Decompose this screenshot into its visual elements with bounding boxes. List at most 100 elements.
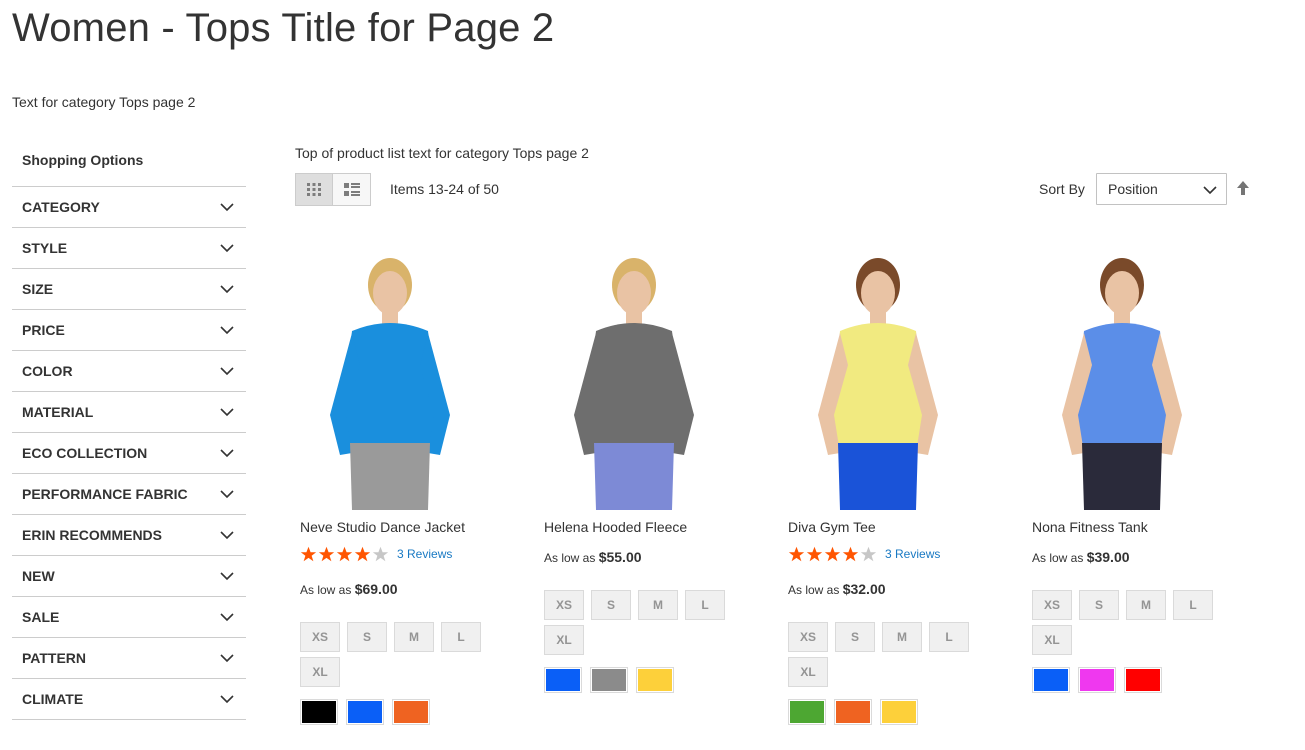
filter-size[interactable]: SIZE bbox=[12, 269, 246, 310]
grid-view-button[interactable] bbox=[295, 173, 333, 206]
filter-material[interactable]: MATERIAL bbox=[12, 392, 246, 433]
reviews-link[interactable]: 3 Reviews bbox=[397, 547, 452, 561]
size-swatch[interactable]: XL bbox=[300, 657, 340, 687]
chevron-down-icon bbox=[220, 449, 234, 458]
toolbar-amount: Items 13-24 of 50 bbox=[390, 181, 499, 197]
size-swatch[interactable]: M bbox=[882, 622, 922, 652]
product-image[interactable] bbox=[788, 245, 968, 510]
price-prefix: As low as bbox=[1032, 551, 1084, 565]
filter-label: MATERIAL bbox=[22, 404, 94, 420]
chevron-down-icon bbox=[220, 695, 234, 704]
list-icon bbox=[343, 182, 360, 196]
size-swatch[interactable]: S bbox=[1079, 590, 1119, 620]
product-item[interactable]: Diva Gym Tee 3 Reviews As low as $32.00 … bbox=[788, 245, 988, 725]
size-swatch[interactable]: XS bbox=[544, 590, 584, 620]
rating-stars bbox=[788, 546, 877, 562]
color-swatch[interactable] bbox=[636, 667, 674, 693]
sort-by-label: Sort By bbox=[1039, 181, 1085, 197]
size-swatch[interactable]: L bbox=[929, 622, 969, 652]
list-view-button[interactable] bbox=[333, 173, 371, 206]
reviews-link[interactable]: 3 Reviews bbox=[885, 547, 940, 561]
color-swatch[interactable] bbox=[346, 699, 384, 725]
color-swatch[interactable] bbox=[590, 667, 628, 693]
filter-label: SALE bbox=[22, 609, 60, 625]
size-swatch[interactable]: XL bbox=[544, 625, 584, 655]
size-swatch[interactable]: XL bbox=[788, 657, 828, 687]
chevron-down-icon bbox=[220, 203, 234, 212]
size-swatch[interactable]: M bbox=[394, 622, 434, 652]
arrow-up-icon[interactable] bbox=[1235, 180, 1251, 196]
product-price: As low as $39.00 bbox=[1032, 549, 1130, 565]
filter-style[interactable]: STYLE bbox=[12, 228, 246, 269]
color-swatch[interactable] bbox=[392, 699, 430, 725]
sort-by-value: Position bbox=[1108, 181, 1158, 197]
price-prefix: As low as bbox=[788, 583, 840, 597]
sidebar-filters: Shopping Options CATEGORY STYLE SIZE PRICE C… bbox=[12, 150, 246, 720]
filter-color[interactable]: COLOR bbox=[12, 351, 246, 392]
grid-icon bbox=[307, 183, 321, 196]
category-description: Text for category Tops page 2 bbox=[12, 94, 196, 110]
filter-label: ECO COLLECTION bbox=[22, 445, 148, 461]
size-swatch[interactable]: XS bbox=[788, 622, 828, 652]
product-item[interactable]: Helena Hooded Fleece As low as $55.00 XS… bbox=[544, 245, 744, 693]
filter-sale[interactable]: SALE bbox=[12, 597, 246, 638]
size-swatch[interactable]: M bbox=[638, 590, 678, 620]
product-item[interactable]: Nona Fitness Tank As low as $39.00 XS S M L… bbox=[1032, 245, 1232, 693]
chevron-down-icon bbox=[220, 654, 234, 663]
size-swatch[interactable]: L bbox=[1173, 590, 1213, 620]
size-swatch[interactable]: S bbox=[835, 622, 875, 652]
color-swatch[interactable] bbox=[788, 699, 826, 725]
filter-performance-fabric[interactable]: PERFORMANCE FABRIC bbox=[12, 474, 246, 515]
filter-erin-recommends[interactable]: ERIN RECOMMENDS bbox=[12, 515, 246, 556]
rating-stars bbox=[300, 546, 389, 562]
filter-price[interactable]: PRICE bbox=[12, 310, 246, 351]
filter-eco-collection[interactable]: ECO COLLECTION bbox=[12, 433, 246, 474]
size-swatch[interactable]: M bbox=[1126, 590, 1166, 620]
size-swatch[interactable]: XS bbox=[300, 622, 340, 652]
star-icon bbox=[842, 546, 859, 562]
product-name[interactable]: Neve Studio Dance Jacket bbox=[300, 519, 465, 535]
product-price: As low as $55.00 bbox=[544, 549, 642, 565]
product-image[interactable] bbox=[544, 245, 724, 510]
size-swatch[interactable]: S bbox=[347, 622, 387, 652]
filter-new[interactable]: NEW bbox=[12, 556, 246, 597]
sort-by-select[interactable]: Position bbox=[1096, 173, 1227, 205]
star-icon bbox=[788, 546, 805, 562]
filter-label: CLIMATE bbox=[22, 691, 84, 707]
filter-label: PRICE bbox=[22, 322, 65, 338]
star-icon bbox=[372, 546, 389, 562]
color-swatch[interactable] bbox=[1124, 667, 1162, 693]
color-swatch[interactable] bbox=[300, 699, 338, 725]
star-icon bbox=[300, 546, 317, 562]
color-swatch[interactable] bbox=[880, 699, 918, 725]
product-name[interactable]: Diva Gym Tee bbox=[788, 519, 876, 535]
star-icon bbox=[824, 546, 841, 562]
star-icon bbox=[860, 546, 877, 562]
filter-pattern[interactable]: PATTERN bbox=[12, 638, 246, 679]
size-swatch[interactable]: L bbox=[685, 590, 725, 620]
page-title: Women - Tops Title for Page 2 bbox=[12, 6, 555, 50]
size-swatch[interactable]: XS bbox=[1032, 590, 1072, 620]
color-swatch[interactable] bbox=[544, 667, 582, 693]
color-swatch[interactable] bbox=[1032, 667, 1070, 693]
filter-label: PERFORMANCE FABRIC bbox=[22, 486, 188, 502]
color-swatch[interactable] bbox=[834, 699, 872, 725]
filter-label: STYLE bbox=[22, 240, 68, 256]
star-icon bbox=[806, 546, 823, 562]
product-price: As low as $32.00 bbox=[788, 581, 886, 597]
size-swatch[interactable]: S bbox=[591, 590, 631, 620]
filter-climate[interactable]: CLIMATE bbox=[12, 679, 246, 720]
product-image[interactable] bbox=[300, 245, 480, 510]
product-name[interactable]: Helena Hooded Fleece bbox=[544, 519, 687, 535]
color-swatch[interactable] bbox=[1078, 667, 1116, 693]
filter-label: SIZE bbox=[22, 281, 54, 297]
price-prefix: As low as bbox=[300, 583, 352, 597]
chevron-down-icon bbox=[1203, 186, 1217, 195]
product-image[interactable] bbox=[1032, 245, 1212, 510]
size-swatch[interactable]: XL bbox=[1032, 625, 1072, 655]
chevron-down-icon bbox=[220, 367, 234, 376]
product-item[interactable]: Neve Studio Dance Jacket 3 Reviews As lo… bbox=[300, 245, 500, 725]
product-name[interactable]: Nona Fitness Tank bbox=[1032, 519, 1148, 535]
filter-category[interactable]: CATEGORY bbox=[12, 187, 246, 228]
size-swatch[interactable]: L bbox=[441, 622, 481, 652]
